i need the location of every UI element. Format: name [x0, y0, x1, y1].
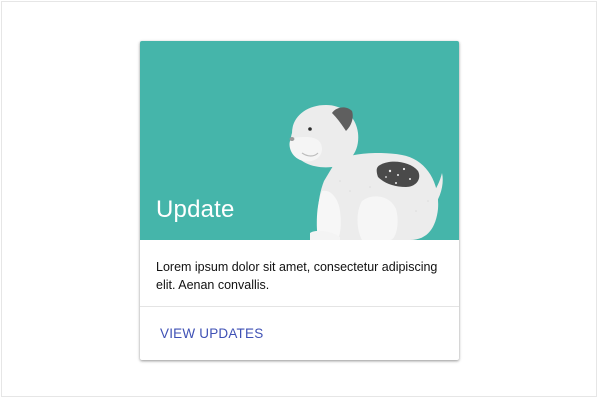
card-supporting-text: Lorem ipsum dolor sit amet, consectetur … [140, 240, 459, 307]
card-media: Update [140, 41, 459, 240]
view-updates-button[interactable]: View Updates [160, 326, 263, 341]
card-title: Update [156, 196, 235, 223]
card-actions: View Updates [140, 308, 459, 360]
update-card: Update Lorem ipsum dolor sit amet, conse… [140, 41, 459, 360]
